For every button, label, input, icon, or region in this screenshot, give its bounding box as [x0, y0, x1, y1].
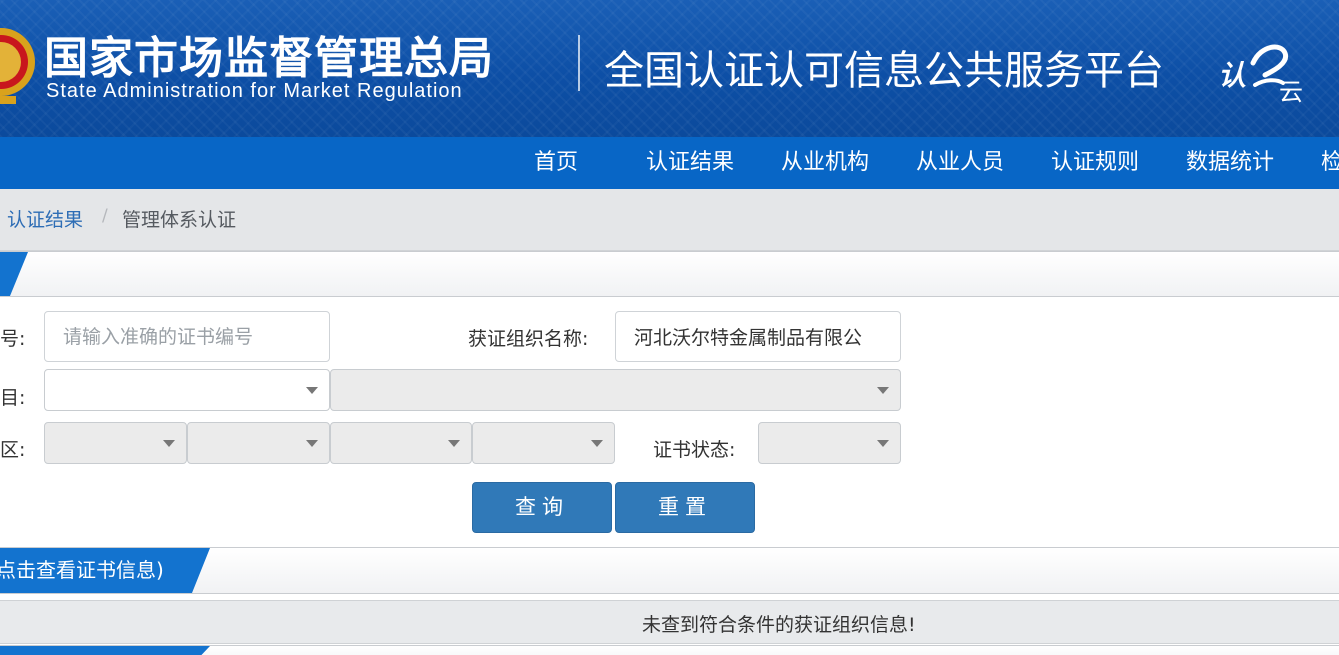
- main-nav: 首页 认证结果 从业机构 从业人员 认证规则 数据统计 检: [0, 137, 1339, 189]
- project-label: 目:: [0, 387, 26, 409]
- nav-item-home[interactable]: 首页: [534, 137, 578, 189]
- nav-item-cert-results[interactable]: 认证结果: [646, 137, 734, 189]
- breadcrumb: 认证结果 / 管理体系认证: [0, 189, 1339, 251]
- breadcrumb-separator: /: [102, 206, 108, 226]
- cert-status-select[interactable]: [758, 422, 901, 464]
- chevron-down-icon: [448, 440, 460, 447]
- org-name-label: 获证组织名称:: [468, 328, 589, 350]
- platform-title: 全国认证认可信息公共服务平台: [604, 48, 1164, 94]
- chevron-down-icon: [306, 440, 318, 447]
- results-section-title: 点击查看证书信息): [0, 548, 210, 593]
- chevron-down-icon: [877, 440, 889, 447]
- no-result-row: 未查到符合条件的获证组织信息!: [0, 600, 1339, 644]
- nav-item-cert-rules[interactable]: 认证规则: [1051, 137, 1139, 189]
- nav-item-statistics[interactable]: 数据统计: [1186, 137, 1274, 189]
- results-section-header: 点击查看证书信息): [0, 547, 1339, 594]
- next-section-tab: [0, 646, 210, 655]
- region-select-county[interactable]: [330, 422, 472, 464]
- search-section-header: [0, 251, 1339, 297]
- breadcrumb-current: 管理体系认证: [122, 209, 237, 231]
- region-select-city[interactable]: [187, 422, 330, 464]
- cloud-logo-sub: 云: [1279, 78, 1303, 106]
- no-result-message: 未查到符合条件的获证组织信息!: [642, 614, 916, 636]
- region-select-province[interactable]: [44, 422, 187, 464]
- chevron-down-icon: [306, 387, 318, 394]
- cloud-logo-main: 认: [1218, 59, 1247, 92]
- chevron-down-icon: [163, 440, 175, 447]
- site-header: 国家市场监督管理总局 State Administration for Mark…: [0, 0, 1339, 137]
- org-name-cn: 国家市场监督管理总局: [44, 33, 494, 84]
- project-select[interactable]: [44, 369, 330, 411]
- org-name-input[interactable]: [615, 311, 901, 362]
- query-button[interactable]: 查询: [472, 482, 612, 533]
- nav-item-institutions[interactable]: 从业机构: [781, 137, 869, 189]
- header-divider: [578, 35, 580, 91]
- nav-item-inspection[interactable]: 检: [1321, 137, 1339, 189]
- national-emblem-icon: [0, 28, 35, 104]
- chevron-down-icon: [877, 387, 889, 394]
- reset-button[interactable]: 重置: [615, 482, 755, 533]
- nav-item-personnel[interactable]: 从业人员: [916, 137, 1004, 189]
- next-section-header: [0, 645, 1339, 655]
- region-select-town[interactable]: [472, 422, 615, 464]
- cert-no-input[interactable]: [44, 311, 330, 362]
- sub-project-select[interactable]: [330, 369, 901, 411]
- search-section-tab: [0, 252, 28, 296]
- region-label: 区:: [0, 439, 26, 461]
- cert-no-label: 号:: [0, 328, 26, 350]
- chevron-down-icon: [591, 440, 603, 447]
- cert-status-label: 证书状态:: [653, 439, 736, 461]
- org-name-en: State Administration for Market Regulati…: [46, 80, 463, 102]
- breadcrumb-link-cert-results[interactable]: 认证结果: [7, 205, 83, 232]
